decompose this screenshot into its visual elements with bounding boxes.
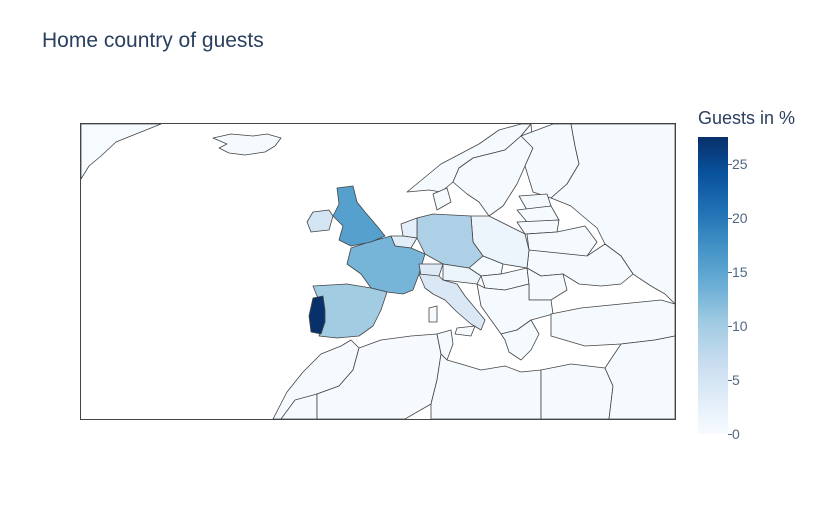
region-iceland[interactable] [212,133,282,156]
colorbar-tick-label: 0 [732,426,740,442]
colorbar-tick-label: 25 [732,156,748,172]
region-ireland[interactable] [306,209,334,233]
colorbar-tick-label: 5 [732,372,740,388]
region-netherlands[interactable] [400,217,418,239]
colorbar-title: Guests in % [698,108,796,128]
colorbar [698,137,728,434]
region-greenland[interactable] [81,124,162,180]
map-svg [81,124,675,419]
colorbar-tick-label: 20 [732,210,748,226]
region-uk[interactable] [332,185,386,247]
region-portugal[interactable] [308,295,326,335]
colorbar-tick-label: 15 [732,264,748,280]
region-egypt[interactable] [540,363,614,419]
colorbar-tick-label: 10 [732,318,748,334]
region-sicily[interactable] [454,325,476,337]
region-turkey[interactable] [550,299,675,347]
map-area[interactable] [80,123,676,420]
chart-title: Home country of guests [42,29,264,52]
region-sardinia[interactable] [428,305,438,323]
region-levant[interactable] [604,335,675,419]
region-latvia[interactable] [516,205,560,223]
region-libya[interactable] [430,353,542,419]
